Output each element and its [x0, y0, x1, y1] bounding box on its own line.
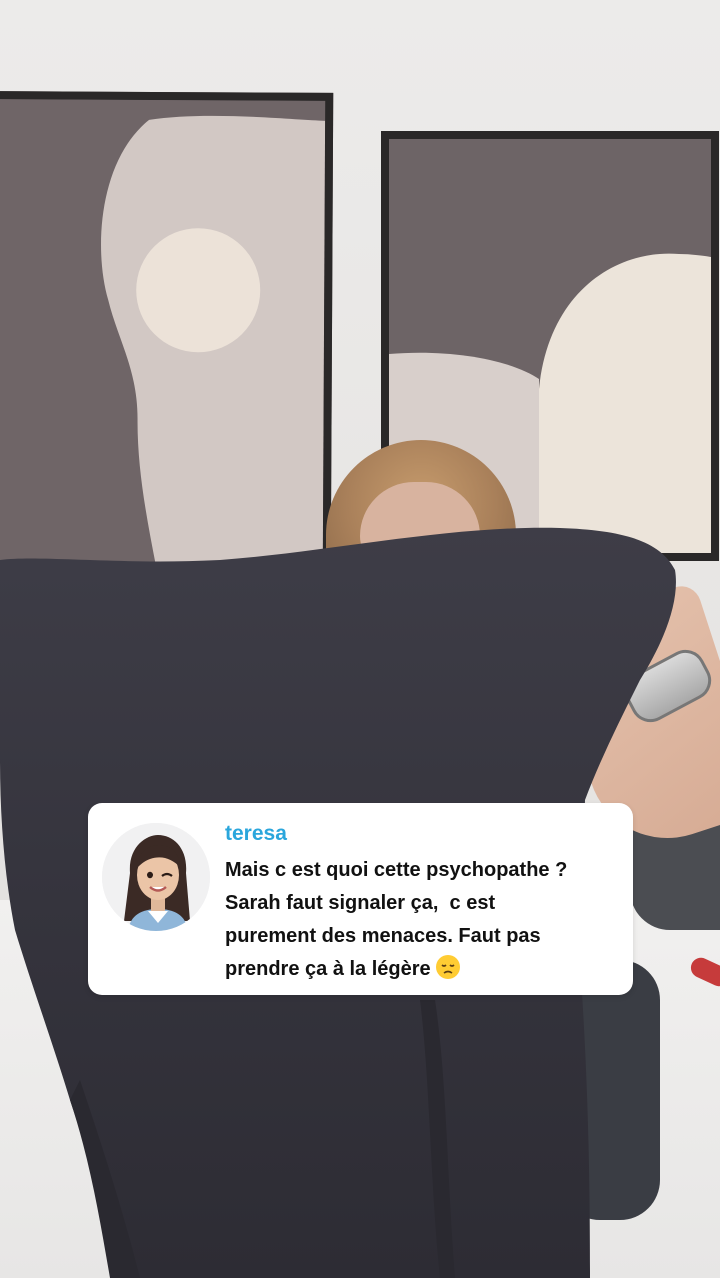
- comment-line-last: prendre ça à la légère: [225, 953, 620, 986]
- disappointed-face-icon: [435, 955, 460, 979]
- comment-line-text: prendre ça à la légère: [225, 958, 431, 980]
- video-frame: [0, 0, 720, 1278]
- reply-comment-card[interactable]: teresa Mais c est quoi cette psychopathe…: [88, 803, 633, 995]
- comment-line: Mais c est quoi cette psychopathe ?: [225, 859, 568, 881]
- comment-line: purement des menaces. Faut pas: [225, 925, 541, 947]
- bitmoji-avatar-icon: [102, 823, 210, 931]
- comment-body: Mais c est quoi cette psychopathe ? Sara…: [225, 854, 620, 986]
- held-dark-garment: [0, 527, 676, 1278]
- user-avatar[interactable]: [102, 823, 210, 931]
- comment-username[interactable]: teresa: [225, 822, 287, 846]
- comment-line: Sarah faut signaler ça, c est: [225, 892, 496, 914]
